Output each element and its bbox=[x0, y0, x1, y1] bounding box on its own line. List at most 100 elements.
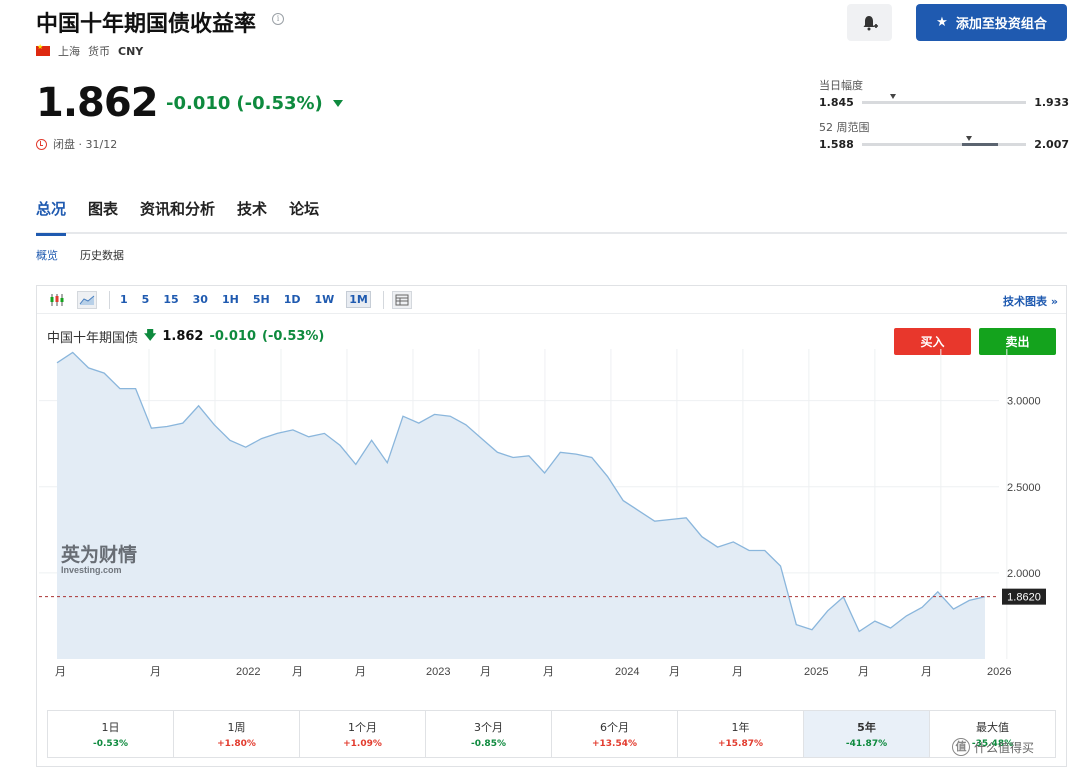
x-tick-label: 月 bbox=[55, 666, 66, 678]
technical-chart-label: 技术图表 bbox=[1003, 295, 1048, 308]
exchange-location: 上海 bbox=[58, 45, 80, 58]
down-triangle-icon bbox=[332, 100, 343, 107]
performance-cell[interactable]: 1周 +1.80% bbox=[174, 711, 300, 757]
candlestick-icon[interactable] bbox=[47, 291, 67, 309]
tab-forum[interactable]: 论坛 bbox=[289, 196, 319, 234]
y-tick-label: 2.5000 bbox=[1007, 482, 1041, 494]
currency-label: 货币 bbox=[88, 45, 110, 58]
x-tick-label: 月 bbox=[292, 666, 303, 678]
performance-period: 最大值 bbox=[976, 721, 1009, 734]
day-range-high: 1.933 bbox=[1034, 96, 1069, 109]
down-arrow-icon: 🡇 bbox=[144, 328, 157, 342]
performance-value: -0.53% bbox=[93, 739, 128, 749]
subtab-overview[interactable]: 概览 bbox=[36, 247, 58, 263]
day-range-label: 当日幅度 bbox=[819, 79, 863, 92]
area-chart-icon[interactable] bbox=[77, 290, 97, 309]
day-range-marker bbox=[890, 94, 897, 99]
interval-5h[interactable]: 5H bbox=[251, 292, 272, 307]
corner-watermark-logo: 值 bbox=[952, 738, 970, 756]
legend-change: -0.010 bbox=[209, 329, 256, 344]
week52-range-marker bbox=[965, 136, 972, 141]
x-tick-label: 月 bbox=[480, 666, 491, 678]
corner-watermark: 值 什么值得买 bbox=[952, 738, 1034, 756]
day-range: 当日幅度 1.845 1.933 bbox=[819, 77, 1069, 109]
tab-technical[interactable]: 技术 bbox=[237, 196, 267, 234]
performance-period: 1日 bbox=[101, 721, 120, 734]
toolbar-divider bbox=[109, 290, 110, 309]
performance-value: -41.87% bbox=[845, 739, 888, 749]
current-value-label: 1.8620 bbox=[1007, 592, 1041, 604]
china-flag-icon bbox=[36, 43, 50, 56]
interval-5[interactable]: 5 bbox=[140, 292, 152, 307]
week52-range-high: 2.007 bbox=[1034, 138, 1069, 151]
bell-plus-icon bbox=[863, 15, 878, 30]
week52-range-label: 52 周范围 bbox=[819, 121, 870, 134]
legend-instrument-name: 中国十年期国债 bbox=[47, 331, 139, 346]
performance-cell[interactable]: 1年 +15.87% bbox=[678, 711, 804, 757]
x-tick-label: 月 bbox=[732, 666, 743, 678]
double-chevron-right-icon: » bbox=[1050, 295, 1058, 308]
add-to-portfolio-button[interactable]: ★ 添加至投资组合 bbox=[916, 4, 1067, 41]
legend-change-percent: (-0.53%) bbox=[262, 329, 325, 344]
legend-value: 1.862 bbox=[162, 329, 204, 344]
last-price: 1.862 bbox=[36, 80, 159, 126]
change-percent: (-0.53%) bbox=[236, 93, 323, 114]
x-tick-label: 2022 bbox=[236, 666, 260, 678]
day-range-low: 1.845 bbox=[819, 96, 854, 109]
performance-value: +13.54% bbox=[591, 739, 638, 749]
chart-area-fill bbox=[57, 352, 985, 659]
performance-value: +1.80% bbox=[217, 739, 256, 749]
corner-watermark-text: 什么值得买 bbox=[974, 740, 1035, 755]
instrument-meta: 上海 货币 CNY bbox=[36, 43, 143, 59]
subtab-historical-data[interactable]: 历史数据 bbox=[80, 247, 124, 263]
x-tick-label: 月 bbox=[921, 666, 932, 678]
toolbar-divider bbox=[382, 290, 384, 309]
performance-cell[interactable]: 3个月 -0.85% bbox=[426, 711, 552, 757]
performance-strip: 1日 -0.53% 1周 +1.80% 1个月 +1.09% 3个月 -0.85% 6个月 +13… bbox=[47, 710, 1056, 758]
interval-30[interactable]: 30 bbox=[191, 292, 210, 307]
interval-1w[interactable]: 1W bbox=[312, 292, 336, 307]
status-text: 闭盘 · 31/12 bbox=[53, 138, 118, 151]
price-change: -0.010 (-0.53%) bbox=[166, 93, 343, 114]
tab-news-analysis[interactable]: 资讯和分析 bbox=[140, 196, 215, 234]
x-tick-label: 2024 bbox=[615, 666, 639, 678]
performance-period: 6个月 bbox=[600, 721, 629, 734]
create-alert-button[interactable] bbox=[847, 4, 892, 41]
performance-value: +15.87% bbox=[717, 739, 764, 749]
chart-toolbar: 1 5 15 30 1H 5H 1D 1W 1M 技术图表 » bbox=[37, 286, 1066, 314]
performance-cell[interactable]: 1日 -0.53% bbox=[48, 711, 174, 757]
day-range-bar bbox=[861, 94, 1027, 104]
x-tick-label: 月 bbox=[355, 666, 366, 678]
tab-chart[interactable]: 图表 bbox=[88, 196, 118, 234]
x-tick-label: 2026 bbox=[987, 666, 1011, 678]
x-tick-label: 2025 bbox=[804, 666, 828, 678]
performance-period: 1年 bbox=[731, 721, 750, 734]
chart-widget: 1 5 15 30 1H 5H 1D 1W 1M 技术图表 » 中国十年期国债 … bbox=[36, 285, 1067, 767]
interval-1d[interactable]: 1D bbox=[282, 292, 303, 307]
interval-1h[interactable]: 1H bbox=[220, 292, 241, 307]
performance-cell[interactable]: 5年 -41.87% bbox=[804, 711, 930, 757]
week52-range-bar bbox=[861, 136, 1027, 146]
performance-value: +1.09% bbox=[343, 739, 382, 749]
performance-cell[interactable]: 1个月 +1.09% bbox=[300, 711, 426, 757]
change-value: -0.010 bbox=[166, 93, 231, 114]
interval-1[interactable]: 1 bbox=[118, 292, 130, 307]
table-view-icon[interactable] bbox=[391, 290, 412, 309]
technical-chart-link[interactable]: 技术图表 » bbox=[1003, 293, 1058, 309]
chart-legend: 中国十年期国债 🡇 1.862 -0.010 (-0.53%) bbox=[47, 326, 324, 347]
x-tick-label: 月 bbox=[669, 666, 680, 678]
week52-range-fill bbox=[962, 143, 999, 146]
page-title: 中国十年期国债收益率 bbox=[36, 12, 257, 37]
yield-area-chart[interactable]: 1.8620 3.0000 2.5000 2.0000 月 月 2022 月 月 2023 月 月 20… bbox=[39, 349, 1066, 714]
add-to-portfolio-label: 添加至投资组合 bbox=[955, 17, 1047, 32]
week52-range-low: 1.588 bbox=[819, 138, 854, 151]
info-icon[interactable]: i bbox=[272, 13, 284, 25]
interval-1m[interactable]: 1M bbox=[346, 291, 371, 308]
market-status: 闭盘 · 31/12 bbox=[36, 136, 117, 152]
y-tick-label: 2.0000 bbox=[1007, 568, 1041, 580]
performance-cell[interactable]: 6个月 +13.54% bbox=[552, 711, 678, 757]
performance-value: -0.85% bbox=[471, 739, 506, 749]
x-tick-label: 月 bbox=[858, 666, 869, 678]
tab-overview[interactable]: 总况 bbox=[36, 196, 67, 236]
interval-15[interactable]: 15 bbox=[161, 292, 180, 307]
